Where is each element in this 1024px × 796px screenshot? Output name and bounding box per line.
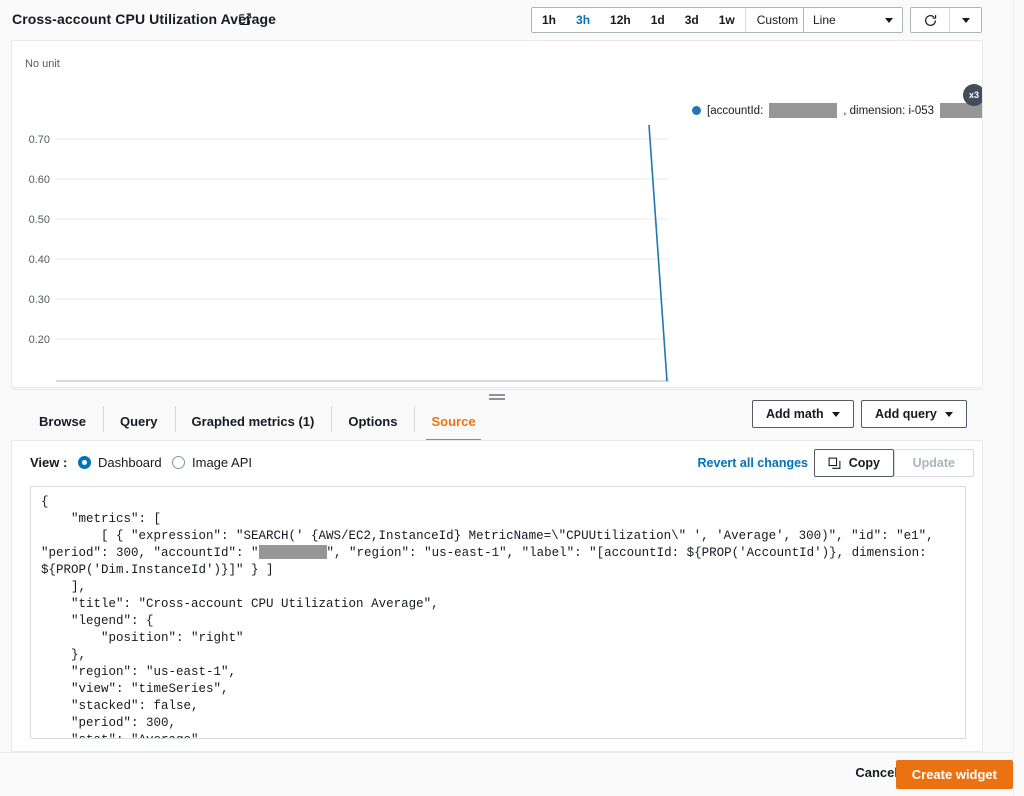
cancel-button[interactable]: Cancel: [855, 765, 898, 780]
chart-type-value: Line: [804, 13, 885, 27]
zoom-reset-badge[interactable]: x3: [963, 84, 983, 106]
time-range-12h[interactable]: 12h: [600, 8, 641, 32]
update-label: Update: [913, 456, 955, 470]
tab-source[interactable]: Source: [414, 404, 492, 438]
tab-list: Browse Query Graphed metrics (1) Options…: [22, 404, 493, 438]
view-label: View :: [30, 455, 67, 470]
tab-browse[interactable]: Browse: [22, 404, 103, 438]
time-series-chart[interactable]: 0.70 0.60 0.50 0.40 0.30 0.20 08:30 09:0…: [12, 41, 983, 388]
source-json-content: { "metrics": [ [ { "expression": "SEARCH…: [41, 494, 963, 739]
view-toolbar: View : Dashboard Image API Revert all ch…: [12, 441, 984, 485]
svg-text:0.60: 0.60: [29, 174, 50, 186]
refresh-control[interactable]: [910, 7, 982, 33]
add-math-button[interactable]: Add math: [752, 400, 854, 428]
copy-icon: [828, 457, 841, 470]
tab-options[interactable]: Options: [331, 404, 414, 438]
code-segment-2: ", "region": "us-east-1", "label": "[acc…: [41, 546, 934, 739]
radio-image-api-indicator: [172, 456, 185, 469]
widget-header: Cross-account CPU Utilization Average 1h…: [0, 0, 1024, 40]
update-button: Update: [894, 449, 974, 477]
svg-text:0.40: 0.40: [29, 254, 50, 266]
graph-preview-panel: No unit 0.70 0.60 0.50 0.40 0.30 0.20: [11, 40, 983, 388]
tab-graphed-metrics[interactable]: Graphed metrics (1): [175, 404, 332, 438]
add-query-label: Add query: [875, 407, 937, 421]
revert-all-changes-link[interactable]: Revert all changes: [698, 456, 808, 470]
add-query-button[interactable]: Add query: [861, 400, 967, 428]
dialog-footer: Cancel Create widget: [0, 752, 1024, 796]
chart-type-dropdown[interactable]: Line: [803, 7, 903, 33]
page-scrollbar[interactable]: [1013, 0, 1024, 796]
legend-middle: , dimension: i-053: [843, 105, 934, 117]
custom-range-label: Custom: [757, 13, 798, 27]
redacted-account-id-code: [259, 545, 327, 559]
time-range-3d[interactable]: 3d: [675, 8, 709, 32]
chevron-down-icon: [962, 18, 970, 23]
radio-image-api-label: Image API: [192, 455, 252, 470]
edit-square-icon[interactable]: [238, 12, 252, 26]
radio-image-api[interactable]: Image API: [172, 455, 252, 470]
refresh-options-button[interactable]: [949, 8, 981, 32]
time-range-1h[interactable]: 1h: [532, 8, 566, 32]
time-range-1w[interactable]: 1w: [709, 8, 745, 32]
svg-text:0.20: 0.20: [29, 334, 50, 346]
chevron-down-icon: [832, 412, 840, 417]
radio-dashboard-indicator: [78, 456, 91, 469]
chart-legend-item[interactable]: [accountId: , dimension: i-053]: [692, 103, 983, 118]
svg-text:0.30: 0.30: [29, 294, 50, 306]
time-range-3h[interactable]: 3h: [566, 8, 600, 32]
radio-dashboard-label: Dashboard: [98, 455, 162, 470]
time-range-1d[interactable]: 1d: [641, 8, 675, 32]
radio-dashboard[interactable]: Dashboard: [78, 455, 162, 470]
resize-grip-icon[interactable]: [489, 394, 505, 402]
svg-text:0.50: 0.50: [29, 214, 50, 226]
redacted-account-id: [769, 103, 837, 118]
source-panel: View : Dashboard Image API Revert all ch…: [11, 440, 983, 752]
legend-prefix: [accountId:: [707, 105, 763, 117]
copy-button[interactable]: Copy: [814, 449, 894, 477]
create-widget-button[interactable]: Create widget: [896, 760, 1013, 789]
page-title: Cross-account CPU Utilization Average: [12, 11, 276, 27]
add-math-label: Add math: [766, 407, 824, 421]
create-widget-dialog: Cross-account CPU Utilization Average 1h…: [0, 0, 1024, 796]
source-json-editor[interactable]: { "metrics": [ [ { "expression": "SEARCH…: [30, 486, 966, 739]
chevron-down-icon: [945, 412, 953, 417]
copy-label: Copy: [849, 456, 880, 470]
chevron-down-icon: [885, 18, 893, 23]
refresh-button[interactable]: [911, 8, 949, 32]
svg-text:0.70: 0.70: [29, 134, 50, 146]
tab-query[interactable]: Query: [103, 404, 175, 438]
time-range-selector[interactable]: 1h 3h 12h 1d 3d 1w Custom: [531, 7, 826, 33]
legend-color-swatch: [692, 106, 701, 115]
